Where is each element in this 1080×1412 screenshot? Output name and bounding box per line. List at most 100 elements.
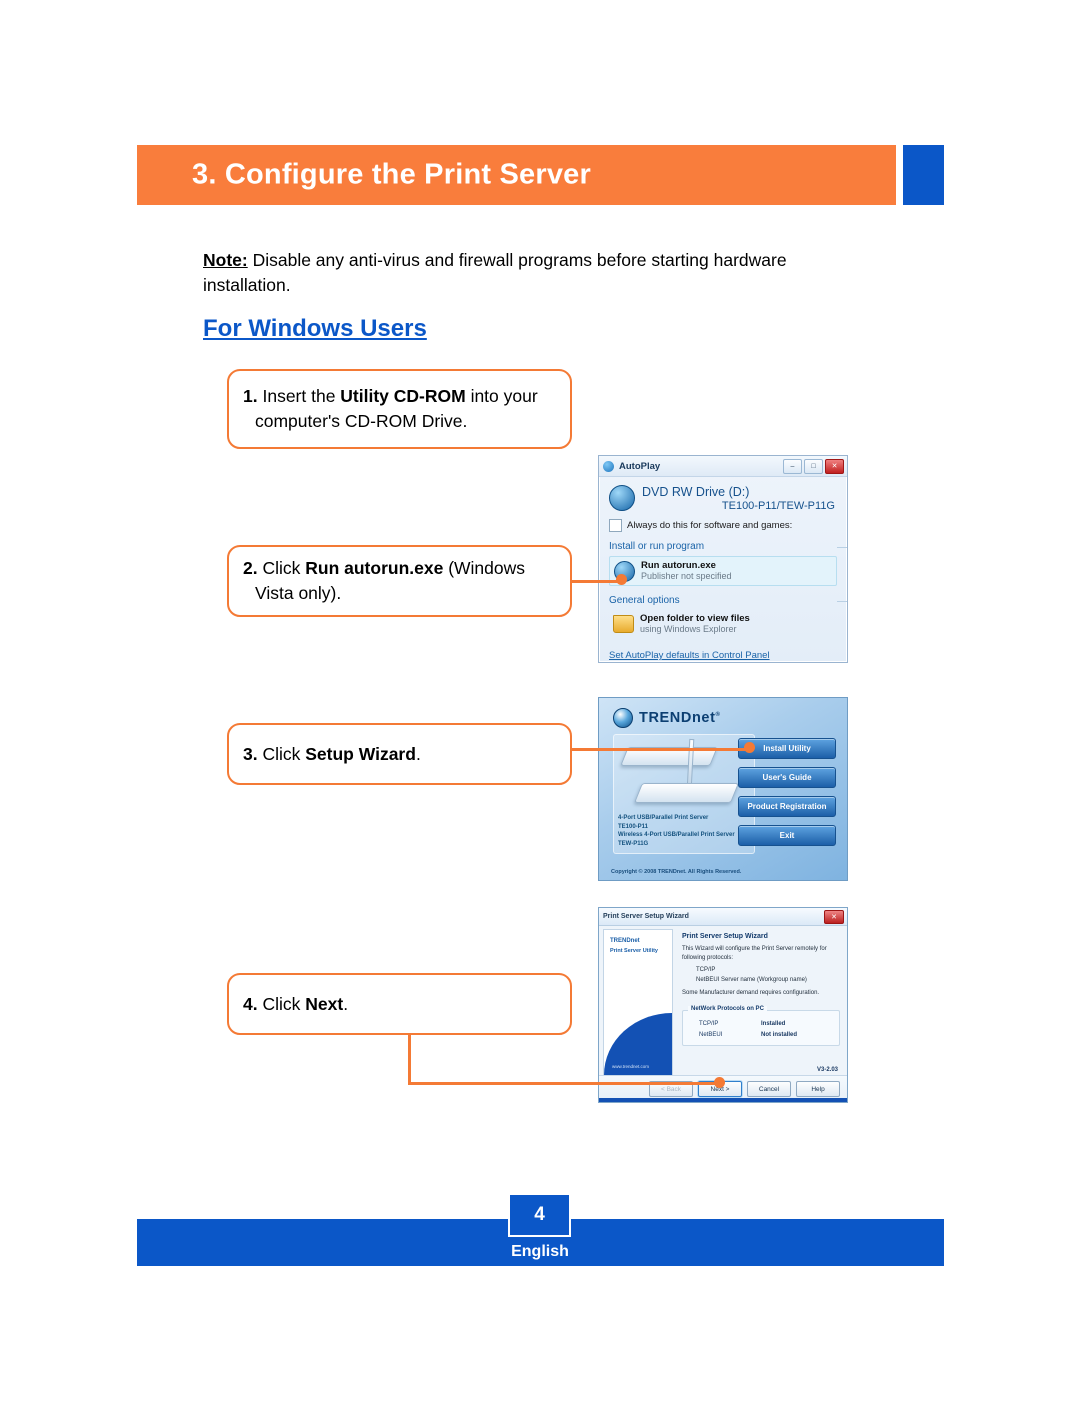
wizard-titlebar: Print Server Setup Wizard ✕ xyxy=(599,908,847,926)
copyright-text: Copyright © 2008 TRENDnet. All Rights Re… xyxy=(611,869,742,875)
autoplay-dialog-screenshot: AutoPlay – □ ✕ DVD RW Drive (D:) TE100-P… xyxy=(598,455,848,663)
run-autorun-exe-item[interactable]: Run autorun.exe Publisher not specified xyxy=(609,556,837,586)
wizard-protocol-item-1: TCP/IP xyxy=(696,967,716,973)
protocol-row: TCP/IP Installed xyxy=(689,1021,833,1027)
open-folder-subtitle: using Windows Explorer xyxy=(640,624,737,634)
header-accent-block xyxy=(903,145,944,205)
drive-name: DVD RW Drive (D:) xyxy=(642,485,750,499)
wizard-sidebar-url: www.trendnet.com xyxy=(612,1064,650,1069)
wizard-close-button[interactable]: ✕ xyxy=(824,910,844,924)
wizard-protocol-item-2: NetBEUI Server name (Workgroup name) xyxy=(696,977,807,983)
run-autorun-subtitle: Publisher not specified xyxy=(641,571,732,581)
page-number-badge: 4 xyxy=(508,1193,571,1237)
trendnet-logo-icon xyxy=(613,708,633,728)
window-controls: – □ ✕ xyxy=(783,459,844,474)
folder-icon xyxy=(613,615,634,633)
caption-line-1: 4-Port USB/Parallel Print Server xyxy=(618,815,709,821)
step-3-text: 3. Click Setup Wizard. xyxy=(241,742,437,767)
wizard-bottom-strip xyxy=(599,1098,847,1102)
caption-line-3: Wireless 4-Port USB/Parallel Print Serve… xyxy=(618,832,735,838)
trendnet-wordmark: TRENDnet® xyxy=(639,710,721,726)
volume-label: TE100-P11/TEW-P11G xyxy=(721,500,835,512)
print-server-device-bottom xyxy=(633,783,740,803)
wizard-note: Some Manufacturer demand requires config… xyxy=(682,990,820,996)
general-options-group-label: General options xyxy=(609,595,847,606)
checkbox-label: Always do this for software and games: xyxy=(627,520,793,531)
wizard-sidebar-subtitle: Print Server Utility xyxy=(610,948,658,954)
protocol-name: NetBEUI xyxy=(699,1032,723,1038)
autoplay-titlebar: AutoPlay – □ ✕ xyxy=(599,456,847,477)
step-4-post: . xyxy=(343,993,349,1014)
product-registration-button[interactable]: Product Registration xyxy=(738,796,836,817)
autoplay-icon xyxy=(603,460,614,472)
step-2-callout: 2. Click Run autorun.exe (Windows Vista … xyxy=(227,545,572,617)
step-1-number: 1. xyxy=(243,386,258,406)
step-2-bold: Run autorun.exe xyxy=(305,558,444,578)
step-4-connector-vertical xyxy=(408,1033,411,1085)
protocol-row: NetBEUI Not installed xyxy=(689,1032,833,1038)
note-label: Note: xyxy=(203,250,248,270)
minimize-button[interactable]: – xyxy=(783,459,802,474)
step-2-number: 2. xyxy=(243,558,258,578)
step-3-callout: 3. Click Setup Wizard. xyxy=(227,723,572,785)
note-paragraph: Note: Disable any anti-virus and firewal… xyxy=(203,248,863,298)
step-2-connector-dot xyxy=(616,574,627,585)
exit-button[interactable]: Exit xyxy=(738,825,836,846)
product-caption: 4-Port USB/Parallel Print Server TE100-P… xyxy=(618,814,750,848)
step-4-bold: Next xyxy=(305,993,344,1014)
drive-row: DVD RW Drive (D:) TE100-P11/TEW-P11G xyxy=(609,485,837,512)
wizard-paragraph: This Wizard will configure the Print Ser… xyxy=(682,946,827,961)
step-4-connector-horizontal xyxy=(408,1082,720,1085)
caption-line-2: TE100-P11 xyxy=(618,823,649,830)
wizard-heading: Print Server Setup Wizard xyxy=(682,933,768,940)
step-1-callout: 1. Insert the Utility CD-ROM into your c… xyxy=(227,369,572,449)
brand-text: TRENDnet xyxy=(639,710,716,726)
section-title: For Windows Users xyxy=(203,315,427,342)
step-3-bold: Setup Wizard xyxy=(305,743,416,764)
step-4-number: 4. xyxy=(243,993,258,1014)
step-3-connector-dot xyxy=(744,742,755,753)
trendnet-logo: TRENDnet® xyxy=(613,708,721,728)
network-protocols-label: NetWork Protocols on PC xyxy=(688,1006,767,1012)
wizard-sidebar-brand: TRENDnet xyxy=(610,938,640,944)
checkbox-box[interactable] xyxy=(609,519,622,532)
step-1-bold: Utility CD-ROM xyxy=(340,386,466,406)
wizard-cancel-button[interactable]: Cancel xyxy=(747,1081,791,1097)
wizard-window-title: Print Server Setup Wizard xyxy=(603,913,689,920)
section-header-bar: 3. Configure the Print Server xyxy=(137,145,896,205)
disc-icon xyxy=(609,485,635,511)
caption-line-4: TEW-P11G xyxy=(618,840,649,847)
open-folder-title: Open folder to view files xyxy=(640,613,750,624)
maximize-button[interactable]: □ xyxy=(804,459,823,474)
close-button[interactable]: ✕ xyxy=(825,459,844,474)
wizard-content: Print Server Setup Wizard This Wizard wi… xyxy=(678,929,843,1076)
step-1-text: 1. Insert the Utility CD-ROM into your c… xyxy=(241,384,570,434)
step-3-post: . xyxy=(415,743,421,764)
step-2-text: 2. Click Run autorun.exe (Windows Vista … xyxy=(241,556,570,606)
autoplay-defaults-link[interactable]: Set AutoPlay defaults in Control Panel xyxy=(609,650,837,661)
step-4-callout: 4. Click Next. xyxy=(227,973,572,1035)
step-3-number: 3. xyxy=(243,743,258,764)
product-image-panel: 4-Port USB/Parallel Print Server TE100-P… xyxy=(613,734,755,854)
setup-wizard-screenshot: Print Server Setup Wizard ✕ TRENDnet Pri… xyxy=(598,907,848,1103)
step-4-text: 4. Click Next. xyxy=(241,992,364,1017)
autorun-button-group: Install Utility User's Guide Product Reg… xyxy=(738,738,836,846)
always-do-this-checkbox[interactable]: Always do this for software and games: xyxy=(609,519,837,532)
wizard-version: V3-2.03 xyxy=(816,1067,838,1073)
wizard-help-button[interactable]: Help xyxy=(796,1081,840,1097)
trendnet-autorun-screenshot: TRENDnet® 4-Port USB/Parallel Print Serv… xyxy=(598,697,848,881)
open-folder-item[interactable]: Open folder to view files using Windows … xyxy=(609,610,837,638)
autoplay-window-title: AutoPlay xyxy=(619,460,661,472)
protocol-status: Installed xyxy=(761,1021,786,1027)
step-3-pre: Click xyxy=(257,743,306,764)
wizard-body: TRENDnet Print Server Utility www.trendn… xyxy=(603,929,843,1076)
users-guide-button[interactable]: User's Guide xyxy=(738,767,836,788)
note-text: Disable any anti-virus and firewall prog… xyxy=(203,250,787,295)
page-title: 3. Configure the Print Server xyxy=(192,158,591,191)
step-2-connector-line xyxy=(572,580,620,583)
step-1-pre: Insert the xyxy=(257,386,341,406)
network-protocols-group: NetWork Protocols on PC TCP/IP Installed… xyxy=(682,1006,840,1046)
step-4-pre: Click xyxy=(257,993,306,1014)
run-autorun-title: Run autorun.exe xyxy=(641,560,716,571)
step-3-connector-line xyxy=(572,748,750,751)
